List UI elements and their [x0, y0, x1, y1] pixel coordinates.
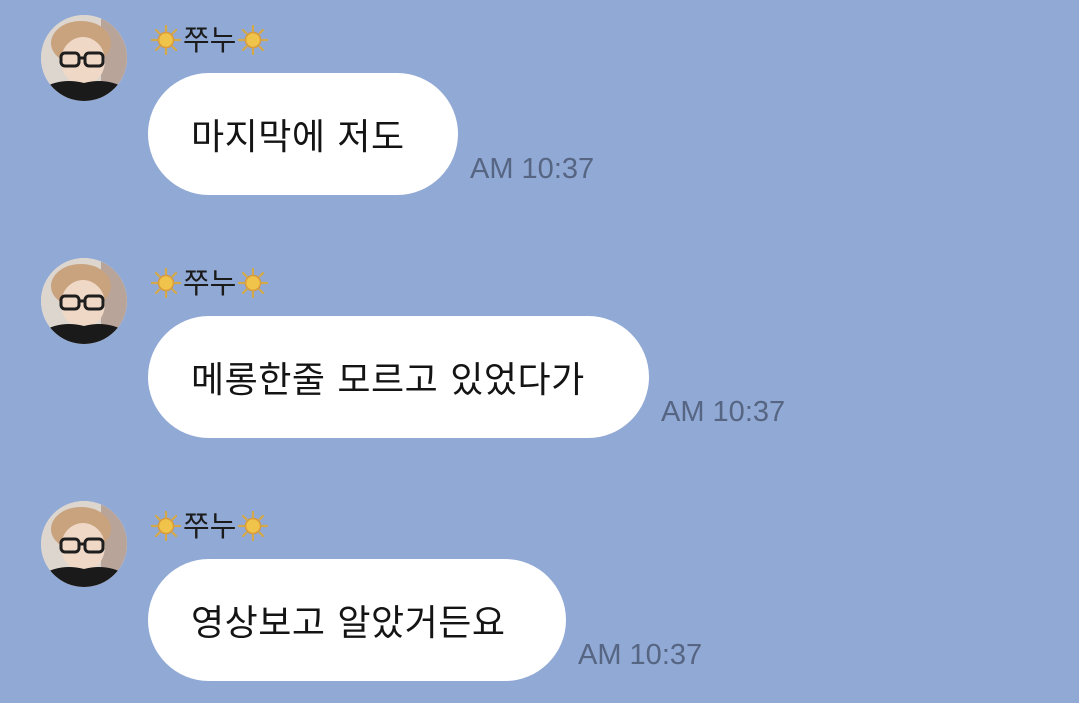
message-bubble[interactable]: 메롱한줄 모르고 있었다가 [148, 316, 649, 438]
message-text: 메롱한줄 모르고 있었다가 [191, 360, 585, 401]
sun-icon [150, 24, 182, 56]
message-text: 영상보고 알았거든요 [191, 603, 506, 644]
message-bubble[interactable]: 영상보고 알았거든요 [148, 559, 566, 681]
sender-name: 쭈누 [183, 23, 237, 57]
avatar[interactable] [41, 258, 127, 344]
message-bubble[interactable]: 마지막에 저도 [148, 73, 458, 195]
message-row: 쭈누 메롱한줄 모르고 있었다가 AM 10:37 [0, 243, 1079, 443]
message-row: 쭈누 마지막에 저도 AM 10:37 [0, 0, 1079, 200]
avatar[interactable] [41, 15, 127, 101]
avatar[interactable] [41, 501, 127, 587]
chat-window[interactable]: 쭈누 마지막에 저도 AM 10:37 쭈누 메롱한줄 모르고 있었다가 AM … [0, 0, 1079, 703]
sender-name-row: 쭈누 [150, 22, 269, 58]
sun-icon [150, 510, 182, 542]
sun-icon [150, 267, 182, 299]
sender-name: 쭈누 [183, 266, 237, 300]
message-text: 마지막에 저도 [191, 117, 405, 158]
message-time: AM 10:37 [661, 396, 786, 428]
message-time: AM 10:37 [470, 153, 595, 185]
sender-name-row: 쭈누 [150, 265, 269, 301]
sender-name-row: 쭈누 [150, 508, 269, 544]
sun-icon [237, 510, 269, 542]
message-row: 쭈누 영상보고 알았거든요 AM 10:37 [0, 486, 1079, 686]
sender-name: 쭈누 [183, 509, 237, 543]
sun-icon [237, 267, 269, 299]
message-time: AM 10:37 [578, 639, 703, 671]
sun-icon [237, 24, 269, 56]
